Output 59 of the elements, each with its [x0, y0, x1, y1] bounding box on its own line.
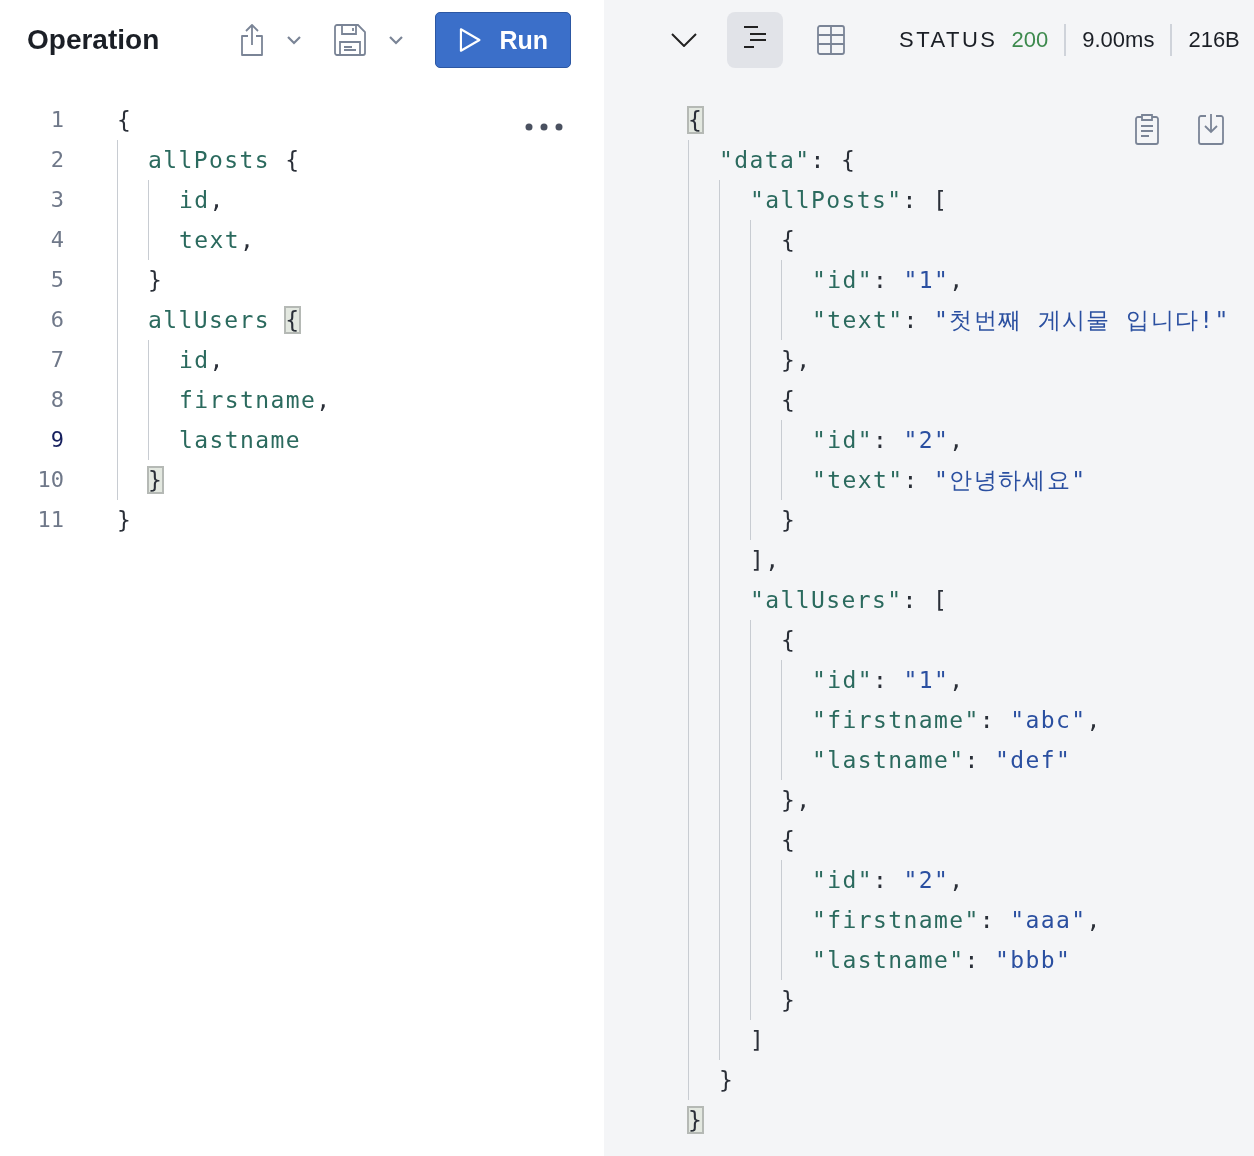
code-line: "id": "1", — [812, 666, 965, 695]
clipboard-icon[interactable] — [1134, 112, 1160, 146]
line-number: 6 — [50, 306, 64, 334]
code-line: { — [781, 626, 797, 655]
code-line: }, — [781, 786, 812, 815]
download-icon[interactable] — [1197, 112, 1225, 146]
code-line: "firstname": "abc", — [812, 706, 1102, 735]
line-number: 7 — [50, 346, 64, 374]
share-icon[interactable] — [239, 23, 265, 57]
code-line: "allPosts": [ — [750, 186, 949, 215]
line-number: 4 — [50, 226, 64, 254]
code-line: { — [117, 106, 133, 135]
line-number: 11 — [37, 506, 64, 534]
code-line: "firstname": "aaa", — [812, 906, 1102, 935]
line-number: 2 — [50, 146, 64, 174]
formatted-view-button[interactable] — [727, 12, 783, 68]
code-line: } — [148, 266, 164, 295]
code-line: "id": "2", — [812, 866, 965, 895]
code-line: "allUsers": [ — [750, 586, 949, 615]
code-line: } — [781, 506, 797, 535]
more-options-icon[interactable] — [525, 123, 563, 131]
code-line: id, — [179, 186, 225, 215]
status-code: 200 — [1011, 27, 1049, 53]
code-line: "lastname": "def" — [812, 746, 1072, 775]
chevron-down-icon[interactable] — [671, 33, 697, 47]
line-number: 1 — [50, 106, 64, 134]
code-line: "id": "2", — [812, 426, 965, 455]
response-size: 216B — [1188, 27, 1240, 53]
code-line: } — [719, 1066, 735, 1095]
line-number: 10 — [37, 466, 64, 494]
code-line: "data": { — [719, 146, 857, 175]
code-line: } — [781, 986, 797, 1015]
code-line: "id": "1", — [812, 266, 965, 295]
code-line: ], — [750, 546, 781, 575]
code-line: ] — [750, 1026, 766, 1055]
panel-title: Operation — [27, 24, 160, 56]
code-line: { — [781, 386, 797, 415]
code-line: } — [117, 506, 133, 535]
code-line: firstname, — [179, 386, 332, 415]
save-icon[interactable] — [333, 23, 367, 57]
line-number: 8 — [50, 386, 64, 414]
line-number: 5 — [50, 266, 64, 294]
code-line: "text": "안녕하세요" — [812, 466, 1087, 495]
status-label: STATUS — [899, 27, 998, 53]
line-number: 9 — [50, 426, 64, 454]
code-line: { — [781, 226, 797, 255]
code-line: "lastname": "bbb" — [812, 946, 1072, 975]
code-line: "text": "첫번째 게시물 입니다!" — [812, 306, 1230, 335]
code-line: lastname — [179, 426, 301, 455]
play-icon — [458, 27, 482, 53]
code-line: allUsers { — [148, 306, 301, 335]
response-time: 9.00ms — [1082, 27, 1155, 53]
code-line: id, — [179, 346, 225, 375]
line-number: 3 — [50, 186, 64, 214]
code-line: { — [781, 826, 797, 855]
code-line: text, — [179, 226, 256, 255]
run-button[interactable]: Run — [435, 12, 571, 68]
code-line: }, — [781, 346, 812, 375]
code-line: allPosts { — [148, 146, 301, 175]
